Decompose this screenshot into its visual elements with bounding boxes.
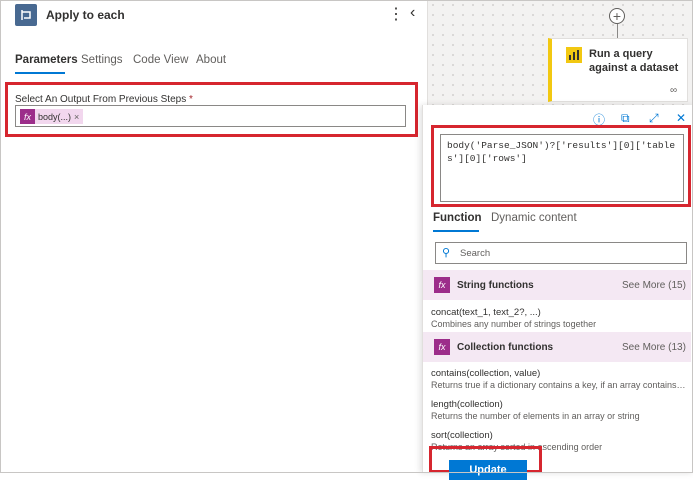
expand-icon[interactable]: ⤢ (649, 111, 659, 126)
more-options-icon[interactable]: ⋮ (388, 4, 404, 24)
active-tab-indicator (433, 230, 479, 232)
expression-highlight-box: body('Parse_JSON')?['results'][0]['table… (431, 125, 691, 207)
see-more-link[interactable]: See More (15) (622, 280, 686, 291)
tab-parameters[interactable]: Parameters (15, 54, 78, 66)
collapse-panel-icon[interactable]: ‹ (410, 4, 415, 22)
search-icon: ⚲ (442, 247, 451, 259)
token-label: body(...) (38, 111, 72, 122)
function-length[interactable]: length(collection) (431, 399, 503, 410)
function-icon: fx (434, 339, 450, 355)
section-collection-functions[interactable]: fx Collection functions See More (13) (423, 332, 691, 362)
function-search-input[interactable]: ⚲ Search (435, 242, 687, 264)
see-more-link[interactable]: See More (13) (622, 342, 686, 353)
output-field-label: Select An Output From Previous Steps * (15, 94, 193, 105)
function-icon: fx (434, 277, 450, 293)
search-placeholder: Search (460, 248, 491, 259)
function-concat[interactable]: concat(text_1, text_2?, ...) (431, 307, 541, 318)
tab-function[interactable]: Function (433, 212, 482, 224)
function-contains[interactable]: contains(collection, value) (431, 368, 540, 379)
loop-icon (15, 4, 37, 26)
function-icon: fx (20, 109, 35, 124)
tab-about[interactable]: About (196, 54, 226, 66)
section-string-functions[interactable]: fx String functions See More (15) (423, 270, 691, 300)
function-desc: Returns the number of elements in an arr… (431, 411, 640, 421)
expression-token[interactable]: fx body(...) × (20, 109, 84, 124)
section-title: String functions (457, 280, 534, 291)
expression-editor-panel: ⓘ ⧉ ⤢ ✕ body('Parse_JSON')?['results'][0… (422, 105, 693, 480)
tab-code-view[interactable]: Code View (133, 54, 188, 66)
panel-title: Apply to each (46, 8, 125, 22)
remove-token-icon[interactable]: × (74, 112, 79, 122)
dataset-icon (566, 47, 582, 63)
action-settings-panel: Apply to each ⋮ ‹ Parameters Settings Co… (0, 0, 428, 473)
active-tab-indicator (15, 72, 65, 74)
function-sort[interactable]: sort(collection) (431, 430, 493, 441)
function-desc: Returns true if a dictionary contains a … (431, 380, 687, 390)
tab-dynamic-content[interactable]: Dynamic content (491, 212, 577, 224)
close-icon[interactable]: ✕ (676, 111, 686, 125)
previous-output-input[interactable]: fx body(...) × (15, 105, 406, 127)
add-step-icon[interactable]: + (609, 8, 625, 24)
update-button[interactable]: Update (449, 460, 527, 480)
run-query-card[interactable]: Run a query against a dataset ∞ (548, 38, 688, 102)
card-title: Run a query against a dataset (589, 48, 679, 74)
section-title: Collection functions (457, 342, 554, 353)
expression-input[interactable]: body('Parse_JSON')?['results'][0]['table… (440, 134, 684, 202)
tab-settings[interactable]: Settings (81, 54, 123, 66)
function-desc: Combines any number of strings together (431, 319, 597, 329)
copy-icon[interactable]: ⧉ (621, 111, 630, 126)
link-icon: ∞ (670, 85, 678, 96)
